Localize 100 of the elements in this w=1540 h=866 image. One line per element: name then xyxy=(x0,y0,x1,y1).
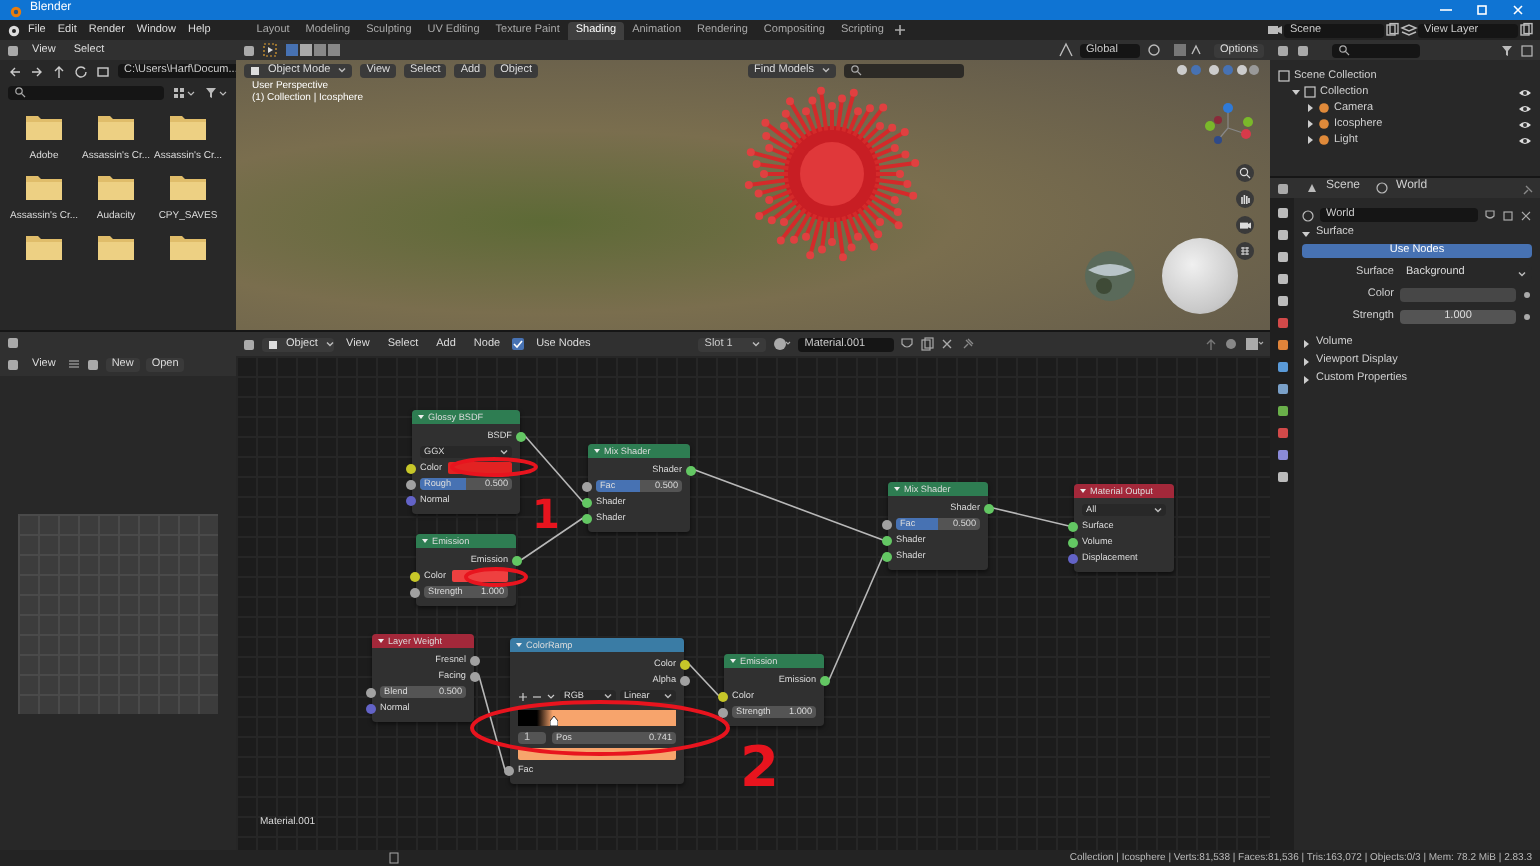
socket[interactable] xyxy=(410,571,420,581)
folder-icon[interactable] xyxy=(168,170,208,202)
camera-icon[interactable] xyxy=(1236,216,1254,234)
shield-icon[interactable] xyxy=(900,336,915,352)
socket[interactable] xyxy=(882,551,892,561)
handwritten-annotation: 1 xyxy=(532,494,560,534)
socket[interactable] xyxy=(680,659,690,669)
pin-icon[interactable] xyxy=(1520,181,1534,195)
folder-icon[interactable] xyxy=(168,230,208,262)
chevron-icon xyxy=(664,692,672,700)
shading-mode-icons[interactable] xyxy=(1174,62,1263,78)
search-field[interactable] xyxy=(1332,43,1420,57)
folder-icon[interactable] xyxy=(96,170,136,202)
expand-arrow-icon[interactable] xyxy=(1302,339,1310,347)
editor-type-icon[interactable] xyxy=(6,335,20,349)
search-icon xyxy=(850,64,862,76)
close-icon[interactable] xyxy=(940,336,955,352)
close-icon[interactable] xyxy=(1520,208,1532,222)
expand-arrow-icon[interactable] xyxy=(1302,375,1310,383)
socket-link-icon[interactable] xyxy=(1522,290,1532,300)
eye-icon[interactable] xyxy=(1518,87,1532,97)
socket[interactable] xyxy=(984,503,994,513)
view-layer-icon[interactable] xyxy=(1400,22,1418,38)
color-field[interactable] xyxy=(1400,288,1516,302)
chevron-icon xyxy=(500,448,508,456)
add-icon[interactable] xyxy=(518,691,528,701)
socket[interactable] xyxy=(406,463,416,473)
socket[interactable] xyxy=(410,587,420,597)
editor-type-icon[interactable] xyxy=(242,43,256,57)
collapse-arrow-icon xyxy=(516,642,522,648)
socket[interactable] xyxy=(882,535,892,545)
socket[interactable] xyxy=(582,513,592,523)
pin-icon[interactable] xyxy=(960,336,975,352)
search-field[interactable] xyxy=(8,85,164,99)
editor-type-icon[interactable] xyxy=(1276,43,1290,57)
select-tool-icon[interactable] xyxy=(262,42,278,58)
copy-icon[interactable] xyxy=(1518,22,1534,38)
eye-icon[interactable] xyxy=(1518,119,1532,129)
color-ramp-gradient[interactable] xyxy=(518,709,676,725)
forward-arrow-icon[interactable] xyxy=(30,63,44,79)
folder-icon[interactable] xyxy=(24,170,64,202)
folder-icon[interactable] xyxy=(96,230,136,262)
folder-icon[interactable] xyxy=(24,230,64,262)
hamburger-menu-icon[interactable] xyxy=(67,358,80,370)
socket[interactable] xyxy=(406,479,416,489)
filter-icon[interactable] xyxy=(204,85,228,99)
socket[interactable] xyxy=(820,675,830,685)
socket-link-icon[interactable] xyxy=(1522,312,1532,322)
socket[interactable] xyxy=(470,655,480,665)
select-mode-icons[interactable] xyxy=(284,42,340,58)
socket[interactable] xyxy=(718,707,728,717)
socket[interactable] xyxy=(680,675,690,685)
socket[interactable] xyxy=(718,691,728,701)
copy-icon[interactable] xyxy=(920,336,935,352)
grid-icon[interactable] xyxy=(1236,242,1254,260)
zoom-icon[interactable] xyxy=(1236,164,1254,182)
socket[interactable] xyxy=(366,687,376,697)
eye-icon[interactable] xyxy=(1518,103,1532,113)
expand-arrow-icon[interactable] xyxy=(1306,104,1314,112)
expand-arrow-icon[interactable] xyxy=(1306,136,1314,144)
copy-icon[interactable] xyxy=(1502,208,1514,222)
socket[interactable] xyxy=(516,431,526,441)
expand-arrow-icon[interactable] xyxy=(1302,357,1310,365)
search-icon xyxy=(14,86,26,98)
socket[interactable] xyxy=(512,555,522,565)
up-arrow-icon[interactable] xyxy=(52,63,66,79)
socket[interactable] xyxy=(582,481,592,491)
copy-icon[interactable] xyxy=(1384,22,1400,38)
eye-icon[interactable] xyxy=(1518,135,1532,145)
checkmark-icon xyxy=(512,338,525,350)
editor-type-icon[interactable] xyxy=(1276,181,1290,195)
use-nodes-checkbox[interactable] xyxy=(512,338,525,350)
chevron-icon xyxy=(604,692,612,700)
socket[interactable] xyxy=(686,465,696,475)
add-icon[interactable] xyxy=(891,22,908,38)
world-icon xyxy=(1302,209,1314,221)
socket[interactable] xyxy=(1068,537,1078,547)
chevron-icon[interactable] xyxy=(546,691,556,701)
socket[interactable] xyxy=(470,671,480,681)
editor-type-icon[interactable] xyxy=(242,337,256,351)
search-field[interactable] xyxy=(844,63,964,77)
expand-arrow-icon[interactable] xyxy=(1306,120,1314,128)
folder-icon[interactable] xyxy=(96,110,136,142)
search-icon xyxy=(1338,44,1350,56)
collapse-arrow-icon xyxy=(730,658,736,664)
socket[interactable] xyxy=(504,765,514,775)
socket[interactable] xyxy=(1068,521,1078,531)
editor-type-icon[interactable] xyxy=(6,43,20,57)
remove-icon[interactable] xyxy=(532,691,542,701)
refresh-icon[interactable] xyxy=(74,63,88,79)
socket[interactable] xyxy=(882,519,892,529)
expand-arrow-icon[interactable] xyxy=(1292,88,1300,96)
shield-icon[interactable] xyxy=(1484,208,1496,222)
folder-icon[interactable] xyxy=(24,110,64,142)
folder-icon[interactable] xyxy=(168,110,208,142)
back-arrow-icon[interactable] xyxy=(8,63,22,79)
expand-arrow-icon[interactable] xyxy=(1302,229,1310,237)
socket[interactable] xyxy=(582,497,592,507)
hand-icon[interactable] xyxy=(1236,190,1254,208)
material-icon[interactable] xyxy=(772,336,793,352)
